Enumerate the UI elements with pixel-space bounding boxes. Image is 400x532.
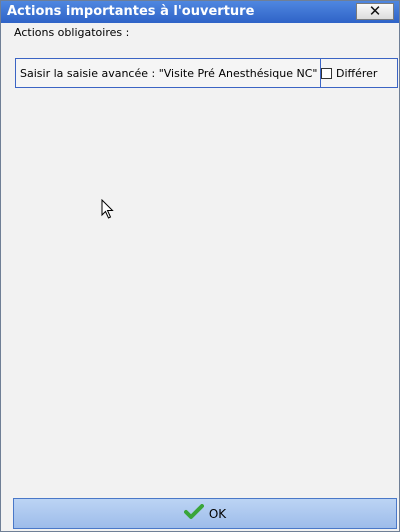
defer-checkbox[interactable] [321, 67, 332, 79]
action-text: Saisir la saisie avancée : "Visite Pré A… [16, 59, 321, 87]
close-button[interactable]: ✕ [356, 3, 394, 20]
dialog-window: Actions importantes à l'ouverture ✕ Acti… [0, 0, 400, 532]
close-icon: ✕ [368, 2, 382, 20]
action-row: Saisir la saisie avancée : "Visite Pré A… [15, 58, 398, 88]
mouse-cursor-icon [101, 198, 115, 222]
checkmark-icon [183, 504, 204, 523]
section-label: Actions obligatoires : [14, 26, 130, 39]
defer-checkbox-control[interactable]: Différer [321, 59, 377, 87]
window-title: Actions importantes à l'ouverture [7, 4, 255, 19]
defer-label: Différer [336, 66, 378, 80]
ok-button[interactable]: OK [13, 498, 397, 529]
title-bar: Actions importantes à l'ouverture ✕ [1, 1, 399, 23]
ok-label: OK [208, 506, 227, 521]
dialog-content: Actions obligatoires : [5, 24, 395, 493]
